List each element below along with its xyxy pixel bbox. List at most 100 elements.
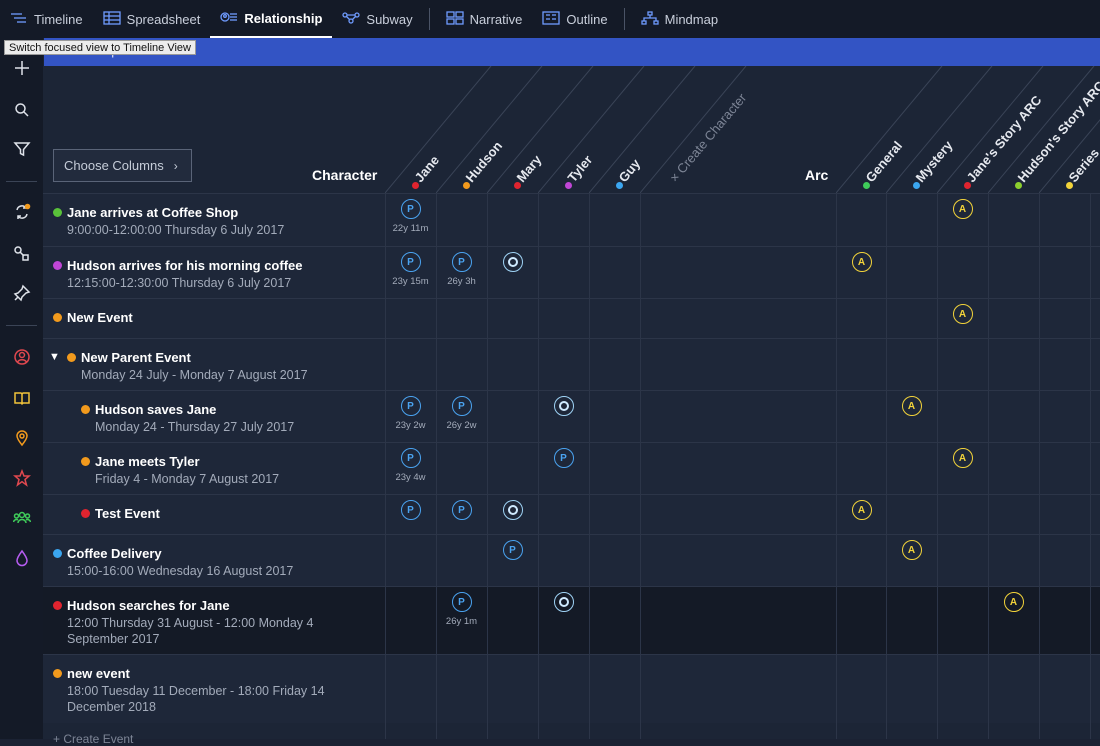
character-section-label: Character	[312, 167, 378, 183]
participant-badge[interactable]: P	[502, 540, 523, 560]
tab-outline[interactable]: Outline	[532, 0, 617, 38]
column-gridline	[1090, 193, 1091, 739]
tab-narrative[interactable]: Narrative	[436, 0, 533, 38]
tab-label: Narrative	[469, 11, 523, 27]
observer-badge[interactable]	[502, 500, 523, 520]
subway-icon	[342, 11, 366, 28]
event-row[interactable]: ▼ New Parent Event Monday 24 July - Monday…	[43, 338, 1100, 390]
age-label: 26y 1m	[445, 616, 478, 627]
column-gridline	[640, 193, 641, 739]
event-row[interactable]: Coffee Delivery 15:00-16:00 Wednesday 16 …	[43, 534, 1100, 586]
event-title: Test Event	[95, 506, 160, 521]
column-gridline	[385, 193, 386, 739]
event-row[interactable]: New Event	[43, 298, 1100, 338]
choose-columns-button[interactable]: Choose Columns ›	[53, 149, 192, 182]
event-title: Jane arrives at Coffee Shop	[67, 205, 239, 220]
observer-badge[interactable]	[502, 252, 523, 272]
column-gridline	[836, 193, 837, 739]
tab-label: Spreadsheet	[126, 11, 201, 27]
event-title: Hudson arrives for his morning coffee	[67, 258, 303, 273]
column-gridline	[937, 193, 938, 739]
outline-icon	[542, 10, 566, 28]
event-row[interactable]: Test Event	[43, 494, 1100, 534]
event-row[interactable]: Hudson saves Jane Monday 24 - Thursday 27…	[43, 390, 1100, 442]
participant-badge[interactable]: P	[400, 396, 421, 416]
participant-badge[interactable]: P	[400, 500, 421, 520]
arc-badge[interactable]: A	[851, 252, 872, 272]
create-event-button[interactable]: + Create Event	[53, 732, 133, 746]
event-date: Monday 24 - Thursday 27 July 2017	[95, 420, 295, 434]
add-icon[interactable]	[11, 57, 33, 79]
participant-badge[interactable]: P	[451, 396, 472, 416]
column-gridline	[886, 193, 887, 739]
tab-subway[interactable]: Subway	[332, 0, 422, 38]
group-icon[interactable]	[11, 507, 33, 529]
tooltip: Switch focused view to Timeline View	[4, 40, 196, 55]
event-row[interactable]: Hudson arrives for his morning coffee 12:…	[43, 246, 1100, 298]
location-icon[interactable]	[11, 427, 33, 449]
arc-badge[interactable]: A	[952, 199, 973, 219]
event-row[interactable]: Jane meets Tyler Friday 4 - Monday 7 Augu…	[43, 442, 1100, 494]
arc-badge[interactable]: A	[952, 304, 973, 324]
participant-badge[interactable]: P	[451, 592, 472, 612]
arc-badge[interactable]: A	[952, 448, 973, 468]
tab-timeline[interactable]: Timeline	[0, 0, 93, 38]
observer-badge[interactable]	[553, 396, 574, 416]
event-color-dot	[53, 549, 62, 558]
participant-badge[interactable]: P	[400, 199, 421, 219]
tab-relationship[interactable]: Relationship	[210, 0, 333, 38]
arc-badge[interactable]: A	[901, 540, 922, 560]
participant-badge[interactable]: P	[451, 252, 472, 272]
search-icon[interactable]	[11, 99, 33, 121]
event-date: September 2017	[67, 632, 160, 646]
timeline-icon	[10, 11, 34, 28]
arc-badge[interactable]: A	[901, 396, 922, 416]
tab-label: Relationship	[244, 10, 323, 26]
tab-label: Subway	[366, 11, 413, 27]
event-title: New Event	[67, 310, 133, 325]
arc-badge[interactable]: A	[1003, 592, 1024, 612]
event-color-dot	[81, 405, 90, 414]
participant-badge[interactable]: P	[400, 252, 421, 272]
event-date: 9:00:00-12:00:00 Thursday 6 July 2017	[67, 223, 285, 237]
spreadsheet-icon	[103, 10, 127, 28]
arc-badge[interactable]: A	[851, 500, 872, 520]
shapes-icon[interactable]	[11, 243, 33, 265]
event-row[interactable]: new event 18:00 Tuesday 11 December - 18:…	[43, 654, 1100, 723]
column-gridline	[988, 193, 989, 739]
event-row[interactable]: Jane arrives at Coffee Shop 9:00:00-12:00…	[43, 193, 1100, 246]
event-title: Hudson saves Jane	[95, 402, 217, 417]
observer-badge[interactable]	[553, 592, 574, 612]
participant-badge[interactable]: P	[553, 448, 574, 468]
sidebar	[0, 38, 43, 739]
participant-badge[interactable]: P	[451, 500, 472, 520]
column-color-dot	[514, 182, 521, 189]
tab-separator	[623, 8, 625, 30]
column-color-dot	[412, 182, 419, 189]
event-date: 12:00 Thursday 31 August - 12:00 Monday …	[67, 616, 314, 630]
event-color-dot	[53, 208, 62, 217]
chevron-right-icon: ›	[173, 158, 178, 173]
tab-spreadsheet[interactable]: Spreadsheet	[93, 0, 211, 38]
sync-icon[interactable]	[11, 201, 33, 223]
column-color-dot	[913, 182, 920, 189]
tab-separator	[428, 8, 430, 30]
star-icon[interactable]	[11, 467, 33, 489]
event-color-dot	[53, 601, 62, 610]
choose-columns-label: Choose Columns	[64, 158, 164, 173]
book-icon[interactable]	[11, 387, 33, 409]
participant-badge[interactable]: P	[400, 448, 421, 468]
filter-icon[interactable]	[11, 138, 33, 160]
event-title: new event	[67, 666, 130, 681]
character-icon[interactable]	[11, 346, 33, 368]
event-date: Friday 4 - Monday 7 August 2017	[95, 472, 280, 486]
drop-icon[interactable]	[11, 547, 33, 569]
event-date: 18:00 Tuesday 11 December - 18:00 Friday…	[67, 684, 325, 698]
event-color-dot	[81, 509, 90, 518]
sidebar-divider	[6, 181, 37, 182]
pin-icon[interactable]	[11, 282, 33, 304]
event-date: Monday 24 July - Monday 7 August 2017	[81, 368, 308, 382]
tab-mindmap[interactable]: Mindmap	[631, 0, 728, 38]
column-color-dot	[964, 182, 971, 189]
collapse-chevron-icon[interactable]: ▼	[49, 351, 60, 363]
